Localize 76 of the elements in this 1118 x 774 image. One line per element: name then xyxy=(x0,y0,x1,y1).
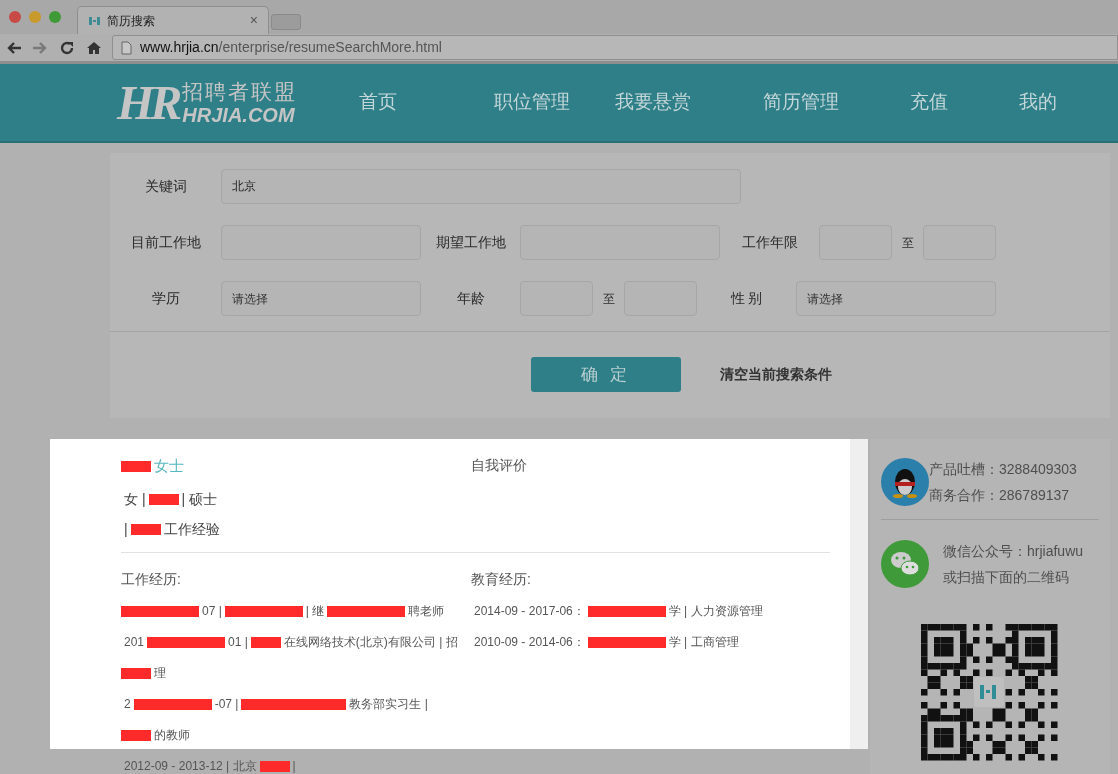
field-label: 年龄 xyxy=(455,289,486,308)
work-entry-text: | xyxy=(291,758,297,774)
close-window-button[interactable] xyxy=(9,11,21,23)
redaction-bar xyxy=(121,729,151,741)
wechat-text: 微信公众号：hrjiafuwu xyxy=(943,541,1084,561)
favicon-icon xyxy=(88,15,102,26)
range-separator: 至 xyxy=(601,290,616,308)
minimize-window-button[interactable] xyxy=(29,11,41,23)
redaction-bar xyxy=(259,760,290,772)
input-field[interactable]: 请选择 xyxy=(796,281,996,316)
candidate-info: 工作经验 xyxy=(162,519,221,539)
candidate-info: | xyxy=(123,519,129,539)
contact-text: 商务合作：286789137 xyxy=(929,485,1071,505)
range-separator: 至 xyxy=(900,234,915,252)
forward-icon[interactable] xyxy=(32,40,48,55)
new-tab-button[interactable] xyxy=(271,14,301,30)
clear-search-link[interactable]: 清空当前搜索条件 xyxy=(720,364,832,385)
page-icon xyxy=(121,40,132,55)
nav-link[interactable]: 首页 xyxy=(359,88,398,117)
self-evaluation-heading: 自我评价 xyxy=(471,456,527,475)
input-field[interactable]: 北京 xyxy=(221,169,741,204)
work-entry-text: 理 xyxy=(153,665,167,682)
redaction-bar xyxy=(250,636,281,648)
work-entry-text: 的教师 xyxy=(153,727,191,744)
redaction-bar xyxy=(121,460,151,472)
back-icon[interactable] xyxy=(6,40,22,55)
input-field[interactable]: 请选择 xyxy=(221,281,421,316)
maximize-window-button[interactable] xyxy=(49,11,61,23)
chat-bubbles-icon xyxy=(881,540,929,588)
wechat-text: 或扫描下面的二维码 xyxy=(943,567,1070,587)
work-entry-text: 聘老师 xyxy=(407,603,446,620)
work-entry-text: 2012-09 - 2013-12 | 北京 xyxy=(123,758,258,774)
redaction-bar xyxy=(148,493,179,505)
work-entry-text: 2 xyxy=(123,696,132,713)
logo-mark: HR xyxy=(117,78,179,127)
education-entry-text: 2010-09 - 2014-06： xyxy=(473,634,586,651)
education-entry-text: 2014-09 - 2017-06： xyxy=(473,603,586,620)
tab-title: 简历搜索 xyxy=(107,12,156,30)
candidate-info: | 硕士 xyxy=(180,489,219,509)
nav-link[interactable]: 充值 xyxy=(910,88,949,117)
education-entry-text: 学 | 工商管理 xyxy=(667,634,740,651)
work-entry-text: | 继 xyxy=(304,603,326,620)
nav-link[interactable]: 我要悬赏 xyxy=(615,88,692,117)
field-label: 学历 xyxy=(150,289,181,308)
logo-domain: HRJIA.COM xyxy=(182,104,296,125)
candidate-name: 女士 xyxy=(153,455,185,476)
browser-tab[interactable]: 简历搜索 × xyxy=(77,6,269,34)
field-label: 关键词 xyxy=(143,177,188,196)
field-label: 工作年限 xyxy=(740,233,799,252)
contact-text: 产品吐槽：3288409303 xyxy=(929,459,1077,479)
education-heading: 教育经历: xyxy=(471,570,532,589)
work-entry-text: 01 | xyxy=(227,634,249,651)
field-label: 目前工作地 xyxy=(129,233,202,252)
work-entry-text: 在线网络技术(北京)有限公司 | 招 xyxy=(282,634,459,651)
work-entry-text: 201 xyxy=(123,634,146,651)
redaction-bar xyxy=(121,667,151,679)
home-icon[interactable] xyxy=(87,40,101,55)
logo-name: 招聘者联盟 xyxy=(182,80,298,102)
work-entry-text: 教务部实习生 | xyxy=(348,696,429,713)
nav-link[interactable]: 我的 xyxy=(1019,88,1058,117)
education-entry-text: 学 | 人力资源管理 xyxy=(667,603,764,620)
field-label: 性 别 xyxy=(729,289,764,308)
url-text: www.hrjia.cn/enterprise/resumeSearchMore.html xyxy=(140,38,442,57)
candidate-info: 女 | xyxy=(123,489,147,509)
confirm-button[interactable]: 确 定 xyxy=(531,357,681,392)
penguin-icon xyxy=(881,458,929,506)
work-entry-text: -07 | xyxy=(213,696,240,713)
tab-close-button[interactable]: × xyxy=(249,10,258,31)
reload-icon[interactable] xyxy=(60,40,74,55)
work-entry-text: 07 | xyxy=(201,603,223,620)
redaction-bar xyxy=(130,523,161,535)
address-bar[interactable]: www.hrjia.cn/enterprise/resumeSearchMore.html xyxy=(112,35,1118,60)
work-experience-heading: 工作经历: xyxy=(121,570,182,589)
nav-link[interactable]: 职位管理 xyxy=(494,88,571,117)
nav-link[interactable]: 简历管理 xyxy=(763,88,840,117)
field-label: 期望工作地 xyxy=(434,233,507,252)
